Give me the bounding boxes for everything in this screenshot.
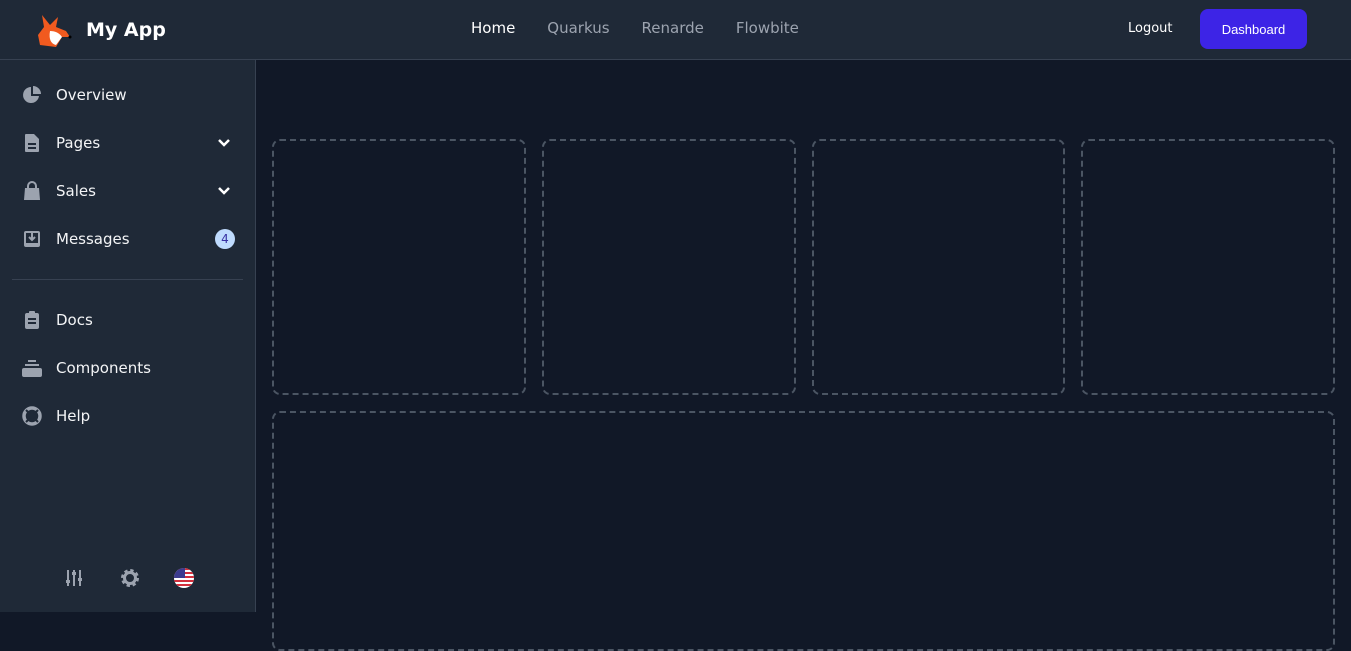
placeholder-card	[812, 139, 1065, 395]
fox-logo-icon	[38, 15, 72, 47]
sidebar: Overview Pages Sales Messages 4 Docs Com…	[0, 60, 256, 612]
dashboard-button[interactable]: Dashboard	[1200, 9, 1307, 49]
sidebar-item-label: Pages	[56, 134, 101, 152]
placeholder-card	[272, 139, 526, 395]
sidebar-item-label: Docs	[56, 311, 93, 329]
placeholder-panel	[272, 411, 1335, 651]
sidebar-item-label: Components	[56, 359, 151, 377]
us-flag-icon[interactable]	[174, 568, 194, 588]
sidebar-item-components[interactable]: Components	[12, 348, 244, 388]
support-icon	[22, 406, 42, 426]
top-navbar: My App Home Quarkus Renarde Flowbite Log…	[0, 0, 1351, 60]
sidebar-item-label: Sales	[56, 182, 96, 200]
sidebar-item-label: Messages	[56, 230, 130, 248]
chevron-down-icon	[218, 187, 230, 195]
collection-icon	[22, 358, 42, 378]
document-icon	[22, 133, 42, 153]
main-nav: Home Quarkus Renarde Flowbite	[471, 19, 799, 37]
sidebar-item-docs[interactable]: Docs	[12, 300, 244, 340]
logout-link[interactable]: Logout	[1128, 21, 1173, 36]
nav-quarkus[interactable]: Quarkus	[547, 19, 609, 37]
sidebar-item-sales[interactable]: Sales	[12, 171, 244, 211]
placeholder-card	[542, 139, 796, 395]
gear-icon[interactable]	[120, 568, 140, 588]
messages-count-badge: 4	[215, 229, 235, 249]
clipboard-list-icon	[22, 310, 42, 330]
brand[interactable]: My App	[36, 11, 166, 49]
sidebar-item-messages[interactable]: Messages 4	[12, 219, 244, 259]
sidebar-item-help[interactable]: Help	[12, 396, 244, 436]
nav-flowbite[interactable]: Flowbite	[736, 19, 799, 37]
placeholder-card	[1081, 139, 1335, 395]
sidebar-divider	[12, 279, 243, 280]
sidebar-item-label: Help	[56, 407, 91, 425]
chart-pie-icon	[22, 85, 42, 105]
app-name: My App	[86, 19, 166, 41]
shopping-bag-icon	[22, 181, 42, 201]
sidebar-item-overview[interactable]: Overview	[12, 75, 244, 115]
inbox-icon	[22, 229, 42, 249]
sidebar-item-label: Overview	[56, 86, 127, 104]
nav-home[interactable]: Home	[471, 19, 515, 37]
adjustments-icon[interactable]	[64, 568, 84, 588]
sidebar-item-pages[interactable]: Pages	[12, 123, 244, 163]
nav-renarde[interactable]: Renarde	[642, 19, 704, 37]
chevron-down-icon	[218, 139, 230, 147]
